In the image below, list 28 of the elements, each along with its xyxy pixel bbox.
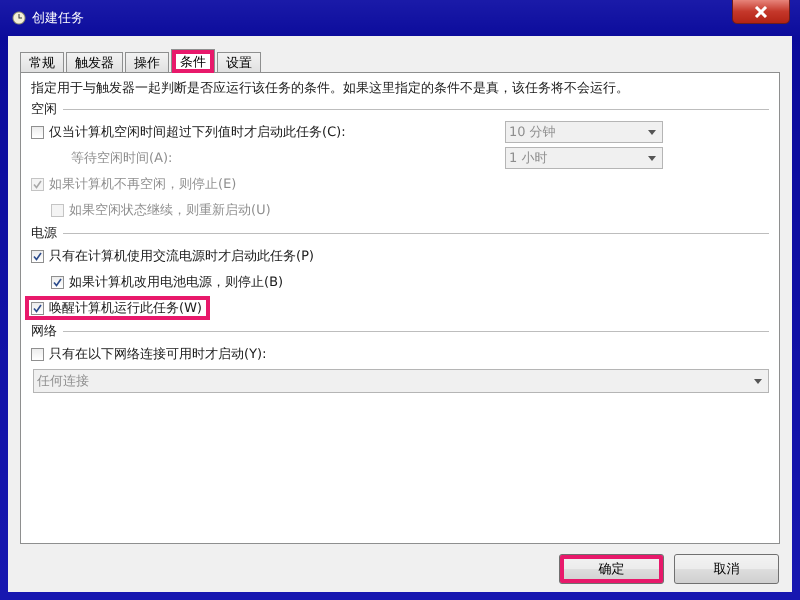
checkbox-option[interactable]: 唤醒计算机运行此任务(W) <box>25 296 210 320</box>
dropdown-caret-icon <box>648 130 656 134</box>
dialog-button[interactable]: 取消 <box>674 554 779 584</box>
checkbox-option[interactable]: 只有在以下网络连接可用时才启动(Y): <box>25 342 274 366</box>
checkbox-option[interactable]: 只有在计算机使用交流电源时才启动此任务(P) <box>25 244 322 268</box>
section-title: 网络 <box>31 323 57 340</box>
close-icon <box>754 6 768 18</box>
dropdown-caret-icon <box>754 378 762 384</box>
checkmark-icon <box>53 278 62 286</box>
tab[interactable]: 触发器 <box>66 52 123 72</box>
window-title: 创建任务 <box>32 10 84 27</box>
field-label: 等待空闲时间(A): <box>70 150 174 167</box>
section-title: 电源 <box>31 225 57 242</box>
checkmark-icon <box>33 180 42 188</box>
checkbox-option[interactable]: 仅当计算机空闲时间超过下列值时才启动此任务(C): <box>25 120 354 144</box>
close-button[interactable] <box>732 0 790 24</box>
checkmark-icon <box>33 304 42 312</box>
checkmark-icon <box>33 252 42 260</box>
section-title: 空闲 <box>31 101 57 118</box>
clock-icon <box>12 11 26 25</box>
description-text: 指定用于与触发器一起判断是否应运行该任务的条件。如果这里指定的条件不是真，该任务将不会运行。 <box>31 80 630 98</box>
tab[interactable]: 常规 <box>20 52 64 72</box>
tab[interactable]: 条件 <box>171 49 215 73</box>
dropdown-caret-icon <box>648 156 656 160</box>
tab[interactable]: 设置 <box>217 52 261 72</box>
tab[interactable]: 操作 <box>125 52 169 72</box>
dialog-button[interactable]: 确定 <box>559 554 664 584</box>
checkbox-option[interactable]: 如果计算机改用电池电源，则停止(B) <box>45 270 292 294</box>
